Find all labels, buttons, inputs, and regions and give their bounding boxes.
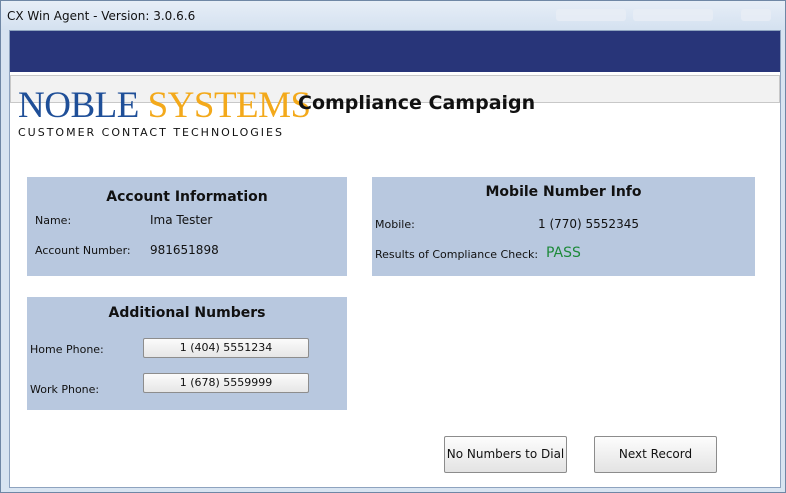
title-bar: CX Win Agent - Version: 3.0.6.6 xyxy=(1,1,785,30)
titlebar-blurred-area xyxy=(556,9,626,21)
account-info-panel: Account Information Name: Ima Tester Acc… xyxy=(27,177,347,276)
mobile-label: Mobile: xyxy=(375,218,415,231)
account-number-value: 981651898 xyxy=(150,243,219,257)
logo-subtitle: CUSTOMER CONTACT TECHNOLOGIES xyxy=(18,126,284,139)
mobile-info-title: Mobile Number Info xyxy=(485,184,642,200)
work-phone-button[interactable]: 1 (678) 5559999 xyxy=(143,373,309,393)
name-value: Ima Tester xyxy=(150,213,213,227)
titlebar-blurred-area-3 xyxy=(741,9,771,21)
name-label: Name: xyxy=(35,214,72,227)
logo-noble-text: NOBLE xyxy=(18,85,139,126)
logo-systems-text: SYSTEMS xyxy=(147,85,312,126)
home-phone-label: Home Phone: xyxy=(30,343,104,356)
account-info-title: Account Information xyxy=(106,189,268,205)
page-title: Compliance Campaign xyxy=(298,92,536,114)
mobile-value: 1 (770) 5552345 xyxy=(538,217,639,231)
no-numbers-to-dial-button[interactable]: No Numbers to Dial xyxy=(444,436,567,473)
work-phone-label: Work Phone: xyxy=(30,383,100,396)
compliance-result: PASS xyxy=(546,245,581,261)
home-phone-button[interactable]: 1 (404) 5551234 xyxy=(143,338,309,358)
titlebar-blurred-area-2 xyxy=(633,9,713,21)
noble-systems-logo: NOBLE SYSTEMS xyxy=(18,84,311,127)
window-title: CX Win Agent - Version: 3.0.6.6 xyxy=(7,9,196,23)
account-number-label: Account Number: xyxy=(35,244,131,257)
compliance-check-label: Results of Compliance Check: xyxy=(375,248,539,261)
additional-numbers-panel: Additional Numbers Home Phone: 1 (404) 5… xyxy=(27,297,347,410)
additional-numbers-title: Additional Numbers xyxy=(108,305,266,321)
header-banner xyxy=(10,31,780,72)
next-record-button[interactable]: Next Record xyxy=(594,436,717,473)
mobile-info-panel: Mobile Number Info Mobile: 1 (770) 55523… xyxy=(372,177,755,276)
